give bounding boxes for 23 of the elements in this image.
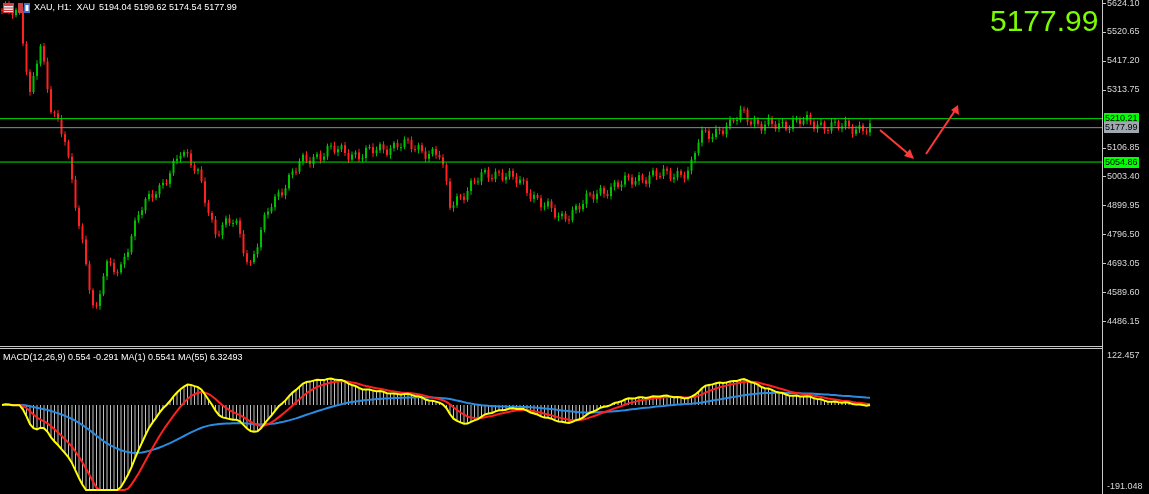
indicator-axis-label: -191.048 <box>1107 481 1143 492</box>
trend-arrow <box>925 105 959 155</box>
symbol-icon[interactable] <box>18 2 30 13</box>
price-level-label: 5054.86 <box>1104 156 1139 168</box>
price-axis-label: 5417.20 <box>1107 55 1140 67</box>
price-axis-label: 5003.40 <box>1107 170 1140 182</box>
price-axis-label: 4589.60 <box>1107 286 1140 298</box>
price-axis-label: 4796.50 <box>1107 228 1140 240</box>
price-axis-label: 5313.75 <box>1107 84 1140 96</box>
ohlc-values: 5194.04 5199.62 5174.54 5177.99 <box>99 2 237 13</box>
indicator-title: MACD(12,26,9) 0.554 -0.291 MA(1) 0.5541 MA(55) 6.32493 <box>3 352 243 363</box>
price-axis-label: 5624.10 <box>1107 0 1140 9</box>
last-price: 5177.99 <box>990 4 1099 38</box>
symbol-label: XAU, H1: XAU <box>34 2 96 13</box>
price-axis-label: 4899.95 <box>1107 199 1140 211</box>
price-axis-label: 5520.65 <box>1107 26 1140 38</box>
chart-window-icon[interactable] <box>3 2 14 13</box>
indicator-axis-label: 122.457 <box>1107 350 1140 361</box>
trend-arrow <box>879 129 914 159</box>
price-axis-label: 5106.85 <box>1107 142 1140 154</box>
price-axis-label: 4693.05 <box>1107 257 1140 269</box>
price-axis-label: 4486.15 <box>1107 315 1140 327</box>
price-level-label: 5177.99 <box>1104 122 1139 134</box>
